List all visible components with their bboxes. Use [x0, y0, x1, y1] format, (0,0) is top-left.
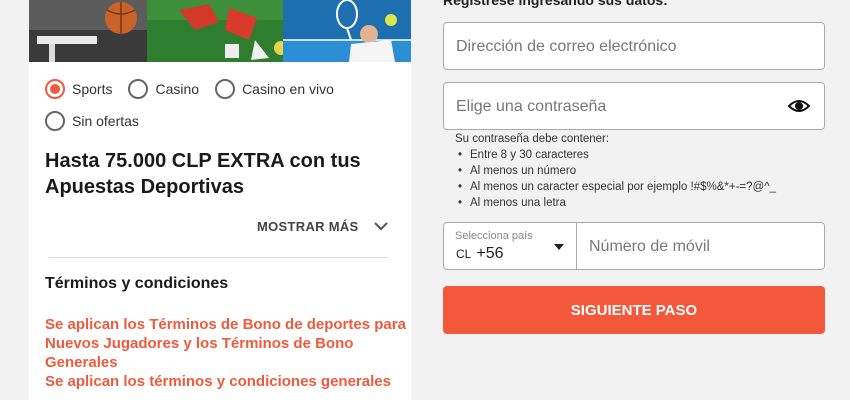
offer-option-no-offers[interactable]: Sin ofertas: [45, 111, 139, 131]
phone-field-group: Selecciona país CL +56 Número de móvil: [443, 222, 825, 270]
offer-card: Sports Casino Casino en vivo Sin ofertas…: [29, 0, 411, 400]
next-step-button[interactable]: SIGUIENTE PASO: [443, 286, 825, 334]
offer-option-casino[interactable]: Casino: [128, 79, 199, 99]
offer-options-row-2: Sin ofertas: [45, 110, 405, 132]
offer-option-live-casino[interactable]: Casino en vivo: [215, 79, 334, 99]
bonus-terms-link[interactable]: Se aplican los Términos de Bono de depor…: [45, 315, 410, 372]
chevron-down-icon: [373, 222, 388, 231]
eye-icon[interactable]: [788, 97, 810, 115]
password-field[interactable]: Elige una contraseña: [443, 82, 825, 130]
divider: [49, 257, 389, 258]
country-dial-code: +56: [476, 245, 504, 262]
password-rule: Al menos una letra: [455, 195, 776, 211]
radio-icon: [215, 79, 236, 99]
offer-headline: Hasta 75.000 CLP EXTRA con tus Apuestas …: [45, 150, 361, 198]
offer-option-label: Sin ofertas: [72, 113, 139, 129]
password-rule: Al menos un número: [455, 163, 776, 179]
offer-options: Sports Casino Casino en vivo Sin ofertas: [45, 78, 405, 142]
show-more-label: MOSTRAR MÁS: [257, 218, 359, 234]
sports-banner: [29, 0, 411, 62]
password-hint-title: Su contraseña debe contener:: [455, 133, 610, 145]
offer-option-label: Casino: [155, 81, 200, 97]
show-more-button[interactable]: MOSTRAR MÁS: [257, 218, 389, 234]
country-code: CL +56: [456, 245, 503, 263]
radio-icon: [45, 111, 65, 131]
email-field[interactable]: Dirección de correo electrónico: [443, 22, 825, 70]
offer-option-label: Casino en vivo: [242, 81, 334, 97]
offer-option-sports[interactable]: Sports: [45, 79, 112, 99]
password-rule: Al menos un caracter especial por ejempl…: [455, 179, 776, 195]
caret-down-icon: [554, 244, 564, 250]
country-select[interactable]: Selecciona país CL +56: [444, 223, 577, 269]
radio-icon: [128, 79, 149, 99]
password-hints: Su contraseña debe contener: Entre 8 y 3…: [455, 131, 776, 211]
password-rules: Entre 8 y 30 caracteres Al menos un núme…: [455, 147, 776, 211]
general-terms-link[interactable]: Se aplican los términos y condiciones ge…: [45, 372, 410, 391]
country-flag: CL: [456, 247, 472, 261]
form-heading: Registrese ingresando sus datos:: [443, 0, 668, 8]
password-rule: Entre 8 y 30 caracteres: [455, 147, 776, 163]
country-select-label: Selecciona país: [455, 230, 533, 242]
mobile-input[interactable]: Número de móvil: [589, 238, 710, 256]
terms-title: Términos y condiciones: [45, 275, 229, 292]
email-placeholder: Dirección de correo electrónico: [456, 38, 677, 55]
offer-options-row-1: Sports Casino Casino en vivo: [45, 78, 405, 100]
sports-banner-image: [29, 0, 411, 62]
radio-selected-icon: [45, 79, 65, 99]
password-placeholder: Elige una contraseña: [456, 98, 607, 115]
offer-option-label: Sports: [72, 81, 113, 97]
